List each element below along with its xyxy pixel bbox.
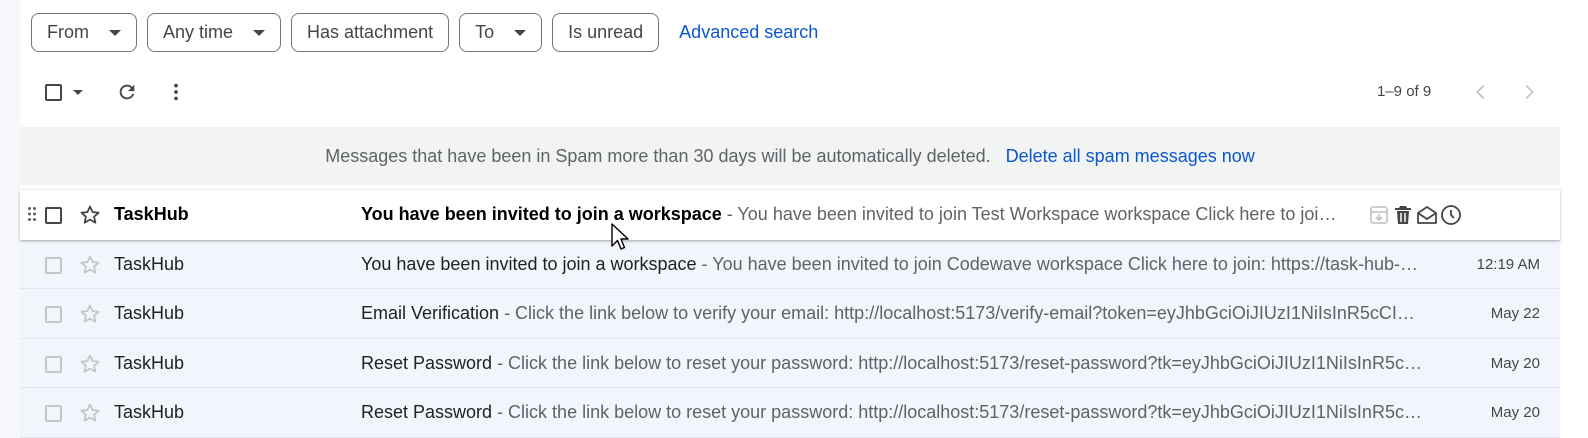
to-filter-label: To bbox=[475, 22, 495, 42]
any-time-filter-label: Any time bbox=[163, 22, 234, 42]
mail-date: 12:19 AM bbox=[1476, 255, 1540, 273]
sender-name: TaskHub bbox=[114, 303, 185, 323]
row-hover-actions bbox=[1367, 203, 1463, 227]
delete-all-spam-link[interactable]: Delete all spam messages now bbox=[1006, 146, 1255, 167]
sender-name: TaskHub bbox=[114, 253, 185, 274]
from-filter-chip[interactable]: From bbox=[31, 13, 137, 52]
mark-read-icon[interactable] bbox=[1415, 203, 1439, 227]
mail-subject: Reset Password bbox=[361, 402, 493, 422]
mail-subject: You have been invited to join a workspac… bbox=[361, 253, 697, 274]
mail-row[interactable]: TaskHub You have been invited to join a … bbox=[20, 239, 1560, 289]
chevron-left-icon[interactable] bbox=[1470, 81, 1492, 103]
search-filter-bar: From Any time Has attachment To Is unrea… bbox=[31, 13, 818, 52]
mail-subject: Email Verification bbox=[361, 303, 500, 323]
advanced-search-link[interactable]: Advanced search bbox=[679, 22, 818, 43]
mail-date: May 22 bbox=[1490, 305, 1540, 322]
mail-snippet: - Click the link below to verify your em… bbox=[499, 303, 1423, 323]
refresh-icon[interactable] bbox=[116, 81, 138, 103]
pagination-text: 1–9 of 9 bbox=[1377, 83, 1432, 100]
star-icon[interactable] bbox=[78, 352, 102, 376]
row-checkbox[interactable] bbox=[45, 207, 62, 224]
mail-row[interactable]: TaskHub You have been invited to join a … bbox=[20, 190, 1560, 240]
sender-name: TaskHub bbox=[114, 402, 185, 422]
spam-notice-text: Messages that have been in Spam more tha… bbox=[325, 145, 991, 166]
from-filter-label: From bbox=[47, 22, 89, 42]
mail-row[interactable]: TaskHub Reset Password - Click the link … bbox=[20, 388, 1560, 438]
sender-name: TaskHub bbox=[114, 352, 185, 373]
chevron-down-icon bbox=[253, 29, 266, 36]
is-unread-filter-label: Is unread bbox=[568, 22, 644, 42]
chevron-down-icon bbox=[514, 29, 527, 36]
mail-snippet: - Click the link below to reset your pas… bbox=[492, 352, 1423, 373]
mail-row[interactable]: TaskHub Reset Password - Click the link … bbox=[20, 338, 1560, 388]
is-unread-filter-chip[interactable]: Is unread bbox=[552, 13, 660, 52]
has-attachment-filter-chip[interactable]: Has attachment bbox=[291, 13, 450, 52]
row-checkbox[interactable] bbox=[45, 306, 62, 323]
mail-date: May 20 bbox=[1490, 354, 1540, 372]
mail-snippet: - You have been invited to join Test Wor… bbox=[726, 204, 1343, 224]
mail-snippet: - Click the link below to reset your pas… bbox=[492, 402, 1423, 422]
chevron-right-icon[interactable] bbox=[1518, 81, 1540, 103]
star-icon[interactable] bbox=[78, 302, 102, 326]
star-icon[interactable] bbox=[78, 203, 102, 227]
has-attachment-filter-label: Has attachment bbox=[307, 22, 434, 42]
mail-preview: You have been invited to join a workspac… bbox=[361, 204, 1343, 225]
select-options-chevron-icon[interactable] bbox=[73, 90, 83, 95]
row-checkbox[interactable] bbox=[45, 405, 62, 422]
more-vert-icon[interactable] bbox=[165, 81, 187, 103]
drag-handle-icon[interactable] bbox=[27, 206, 37, 222]
archive-icon[interactable] bbox=[1367, 203, 1391, 227]
star-icon[interactable] bbox=[78, 401, 102, 425]
mail-preview: You have been invited to join a workspac… bbox=[361, 254, 1423, 275]
mail-preview: Reset Password - Click the link below to… bbox=[361, 402, 1423, 423]
mail-preview: Email Verification - Click the link belo… bbox=[361, 303, 1423, 324]
mail-preview: Reset Password - Click the link below to… bbox=[361, 353, 1423, 374]
list-toolbar: 1–9 of 9 bbox=[20, 72, 1560, 112]
to-filter-chip[interactable]: To bbox=[459, 13, 543, 52]
any-time-filter-chip[interactable]: Any time bbox=[147, 13, 282, 52]
mail-list: TaskHub You have been invited to join a … bbox=[20, 190, 1560, 438]
snooze-icon[interactable] bbox=[1439, 203, 1463, 227]
mail-date: May 20 bbox=[1490, 404, 1540, 421]
mouse-cursor-icon bbox=[611, 223, 629, 250]
mail-snippet: - You have been invited to join Codewave… bbox=[701, 253, 1423, 274]
spam-notice-banner: Messages that have been in Spam more tha… bbox=[20, 127, 1560, 185]
chevron-down-icon bbox=[109, 29, 121, 36]
mail-subject: Reset Password bbox=[361, 352, 493, 373]
delete-icon[interactable] bbox=[1391, 203, 1415, 227]
left-strip bbox=[0, 0, 20, 438]
row-checkbox[interactable] bbox=[45, 355, 62, 373]
row-checkbox[interactable] bbox=[45, 256, 62, 274]
sender-name: TaskHub bbox=[114, 204, 189, 224]
mail-subject: You have been invited to join a workspac… bbox=[361, 204, 722, 224]
mail-row[interactable]: TaskHub Email Verification - Click the l… bbox=[20, 289, 1560, 339]
select-all-checkbox[interactable] bbox=[45, 84, 62, 101]
star-icon[interactable] bbox=[78, 253, 102, 277]
